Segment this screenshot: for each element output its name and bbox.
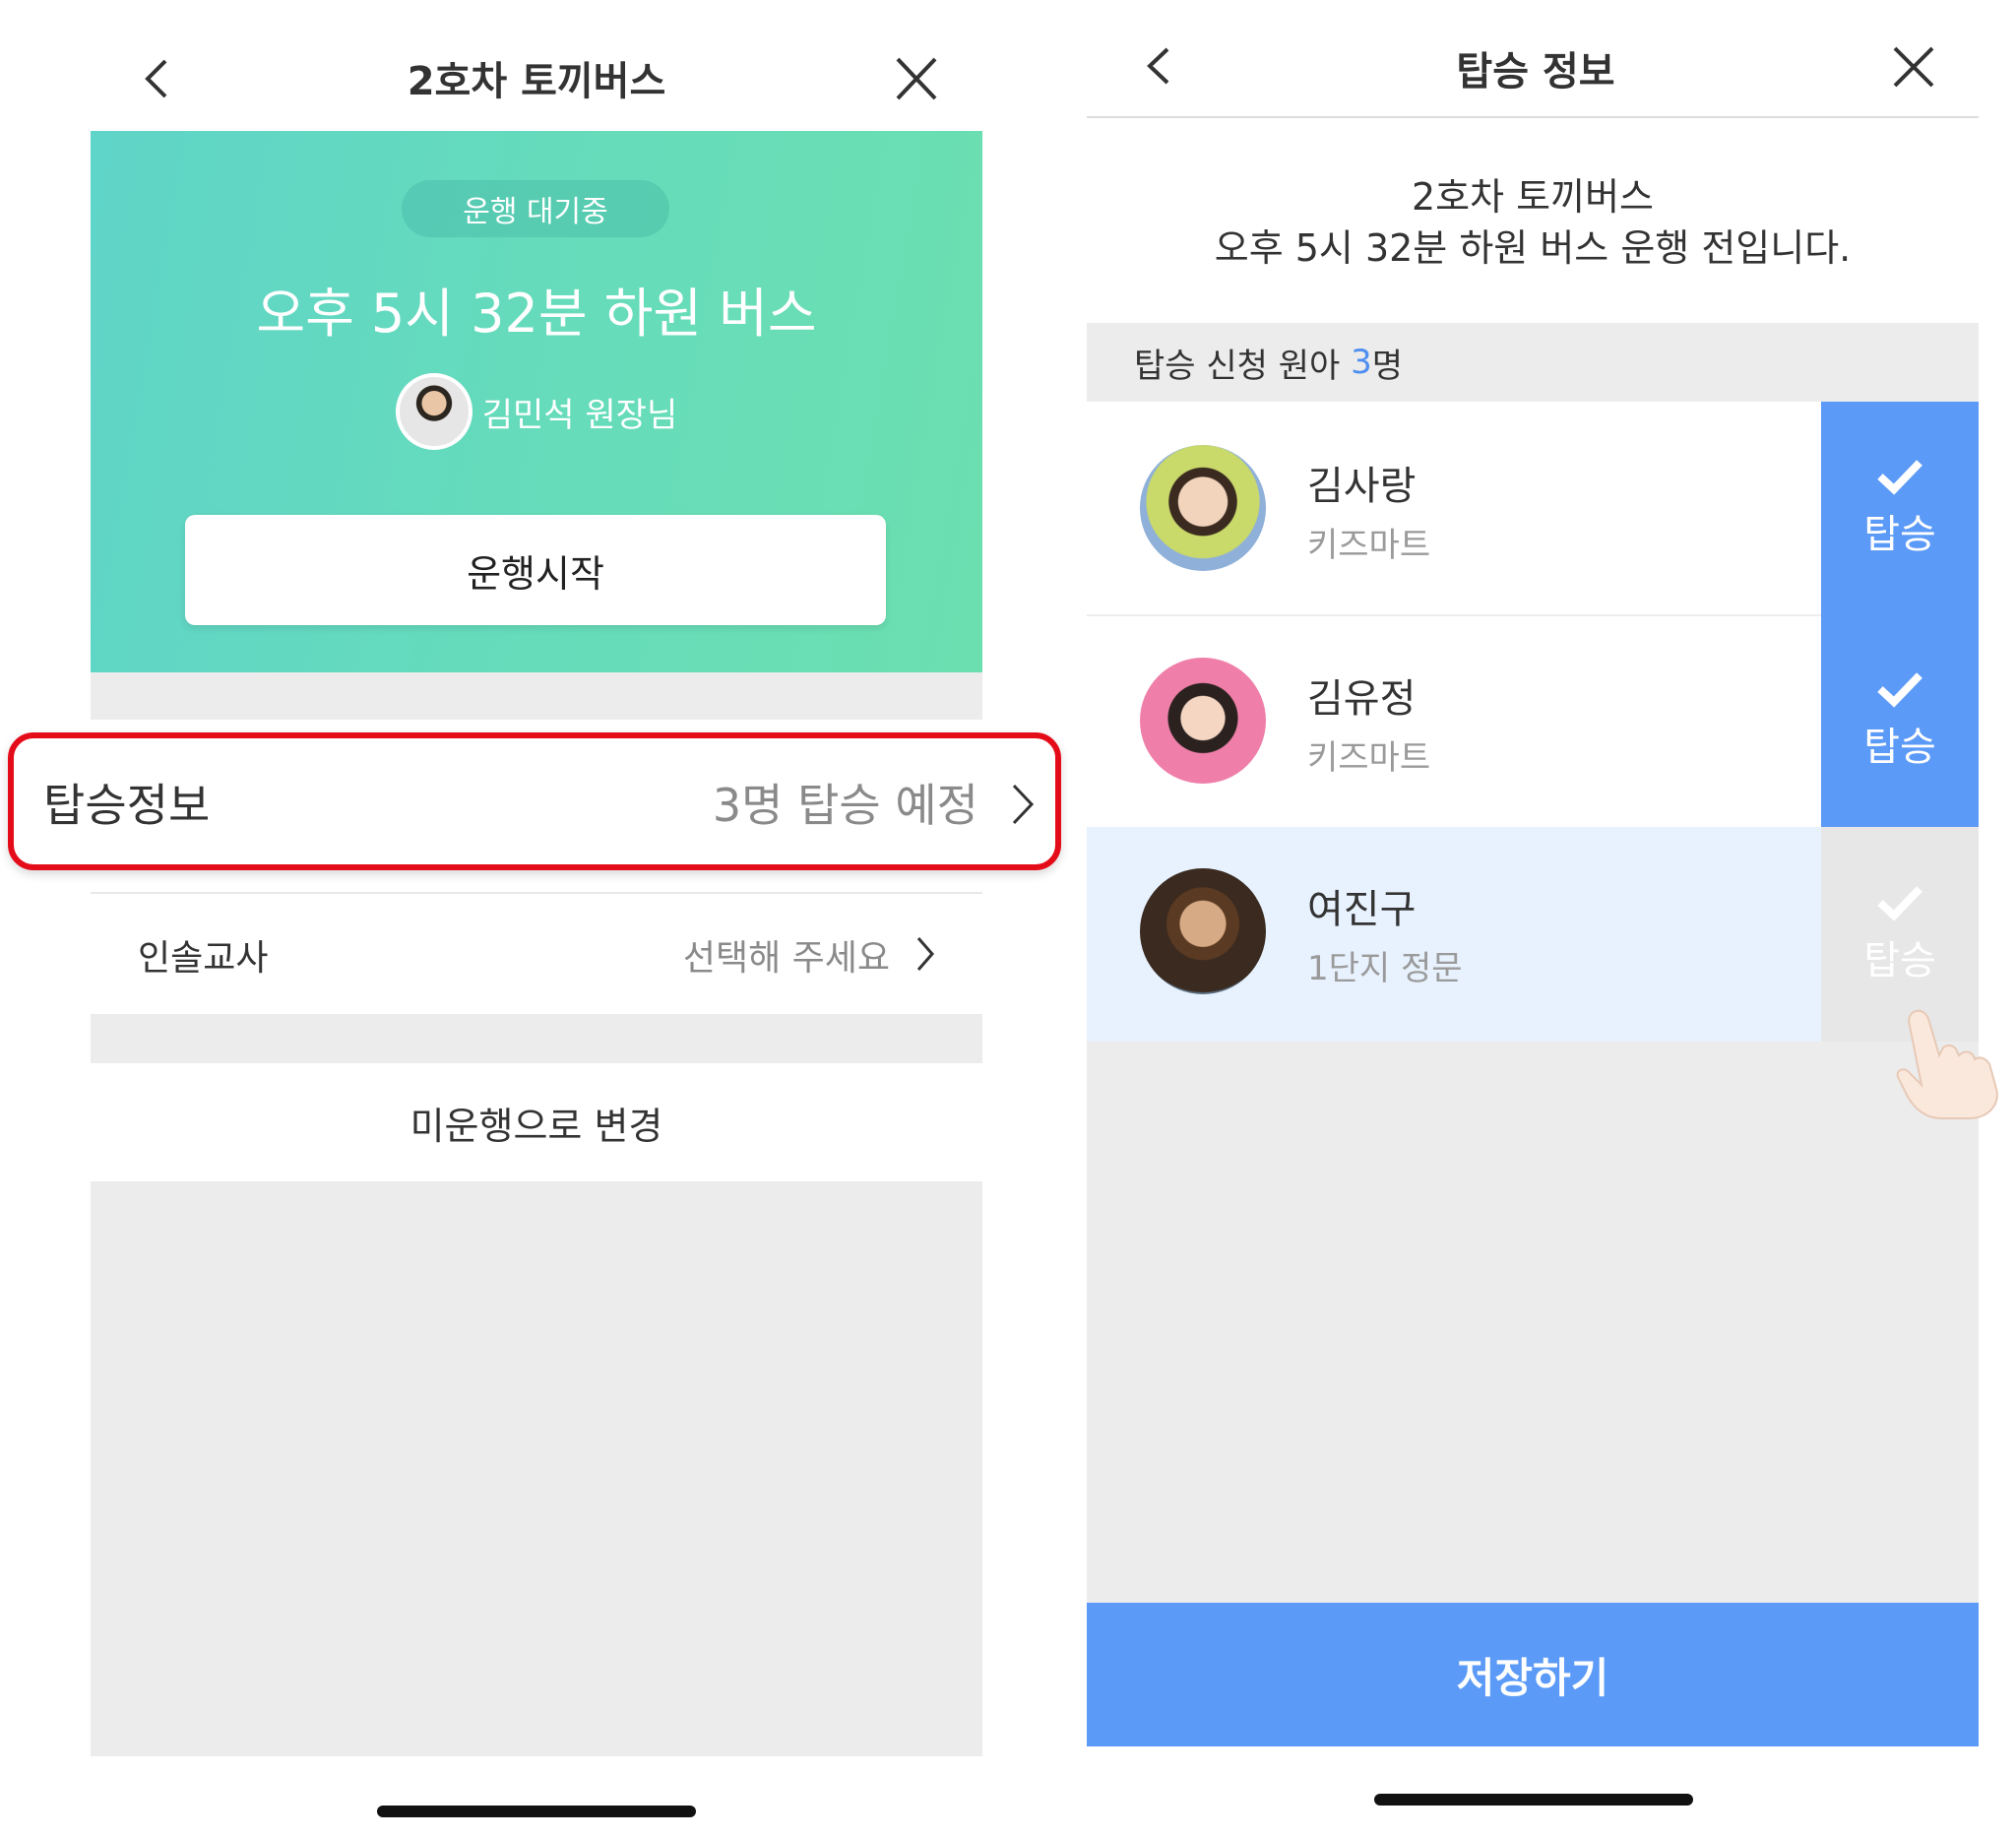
teacher-label: 인솔교사	[138, 938, 269, 979]
pointing-hand-icon	[1894, 1004, 2016, 1122]
check-icon	[1875, 883, 1924, 922]
trip-hero-card: 운행 대기중 오후 5시 32분 하원 버스 김민석 원장님 운행시작	[91, 131, 982, 672]
trip-title: 오후 5시 32분 하원 버스	[256, 282, 817, 345]
driver-name: 김민석 원장님	[481, 395, 678, 435]
back-icon[interactable]	[1142, 45, 1177, 87]
bus-name: 2호차 토끼버스	[1411, 174, 1655, 219]
avatar	[395, 373, 472, 450]
board-toggle-label: 탑승	[1863, 938, 1936, 983]
teacher-select-value[interactable]: 선택해 주세요	[640, 925, 890, 984]
check-icon	[1875, 457, 1924, 496]
home-indicator	[377, 1806, 696, 1817]
back-icon[interactable]	[138, 57, 177, 100]
check-icon	[1875, 669, 1924, 709]
close-icon[interactable]	[1890, 43, 1937, 91]
child-location: 키즈마트	[1307, 525, 1431, 565]
child-name: 김유정	[1307, 676, 1417, 722]
board-toggle-button[interactable]: 탑승	[1821, 402, 1979, 614]
header-divider	[1087, 116, 1979, 118]
boarding-info-value: 3명 탑승 예정	[712, 779, 978, 832]
page-title: 2호차 토끼버스	[407, 59, 666, 104]
avatar	[1140, 445, 1266, 571]
section-divider	[91, 1014, 982, 1063]
list-item: 김유정 키즈마트	[1087, 616, 1821, 827]
boarding-info-row[interactable]: 탑승정보 3명 탑승 예정	[8, 732, 1061, 870]
chevron-right-icon[interactable]	[915, 935, 935, 973]
board-toggle-label: 탑승	[1863, 512, 1936, 557]
child-name: 김사랑	[1307, 464, 1417, 509]
avatar	[1140, 868, 1266, 994]
status-badge: 운행 대기중	[402, 180, 669, 237]
trip-status-message: 오후 5시 32분 하원 버스 운행 전입니다.	[1214, 225, 1852, 270]
board-toggle-button[interactable]: 탑승	[1821, 614, 1979, 827]
avatar	[1140, 658, 1266, 784]
start-trip-button[interactable]: 운행시작	[185, 515, 886, 625]
list-item: 김사랑 키즈마트	[1087, 404, 1821, 614]
driver-row: 김민석 원장님	[91, 372, 982, 451]
boarding-info-label: 탑승정보	[43, 779, 211, 832]
applicant-count-label: 탑승 신청 원아	[1134, 346, 1352, 386]
applicant-count-unit: 명	[1371, 346, 1404, 386]
child-name: 여진구	[1307, 887, 1417, 932]
board-toggle-label: 탑승	[1863, 725, 1936, 770]
applicant-count: 탑승 신청 원아 3명	[1134, 323, 1403, 402]
page-title: 탑승 정보	[1456, 49, 1615, 95]
child-location: 키즈마트	[1307, 737, 1431, 778]
change-to-not-running-button[interactable]: 미운행으로 변경	[91, 1063, 982, 1181]
child-location: 1단지 정문	[1307, 948, 1463, 988]
chevron-right-icon	[1010, 782, 1036, 827]
empty-area	[1087, 1042, 1979, 1603]
applicant-count-number: 3	[1351, 343, 1372, 382]
empty-area	[91, 1181, 982, 1756]
list-item: 여진구 1단지 정문	[1087, 827, 1821, 1042]
divider	[91, 892, 982, 894]
save-button[interactable]: 저장하기	[1087, 1603, 1979, 1746]
home-indicator	[1374, 1794, 1693, 1806]
section-divider	[91, 672, 982, 720]
applicant-count-bar: 탑승 신청 원아 3명	[1087, 323, 1979, 402]
close-icon[interactable]	[892, 53, 941, 104]
